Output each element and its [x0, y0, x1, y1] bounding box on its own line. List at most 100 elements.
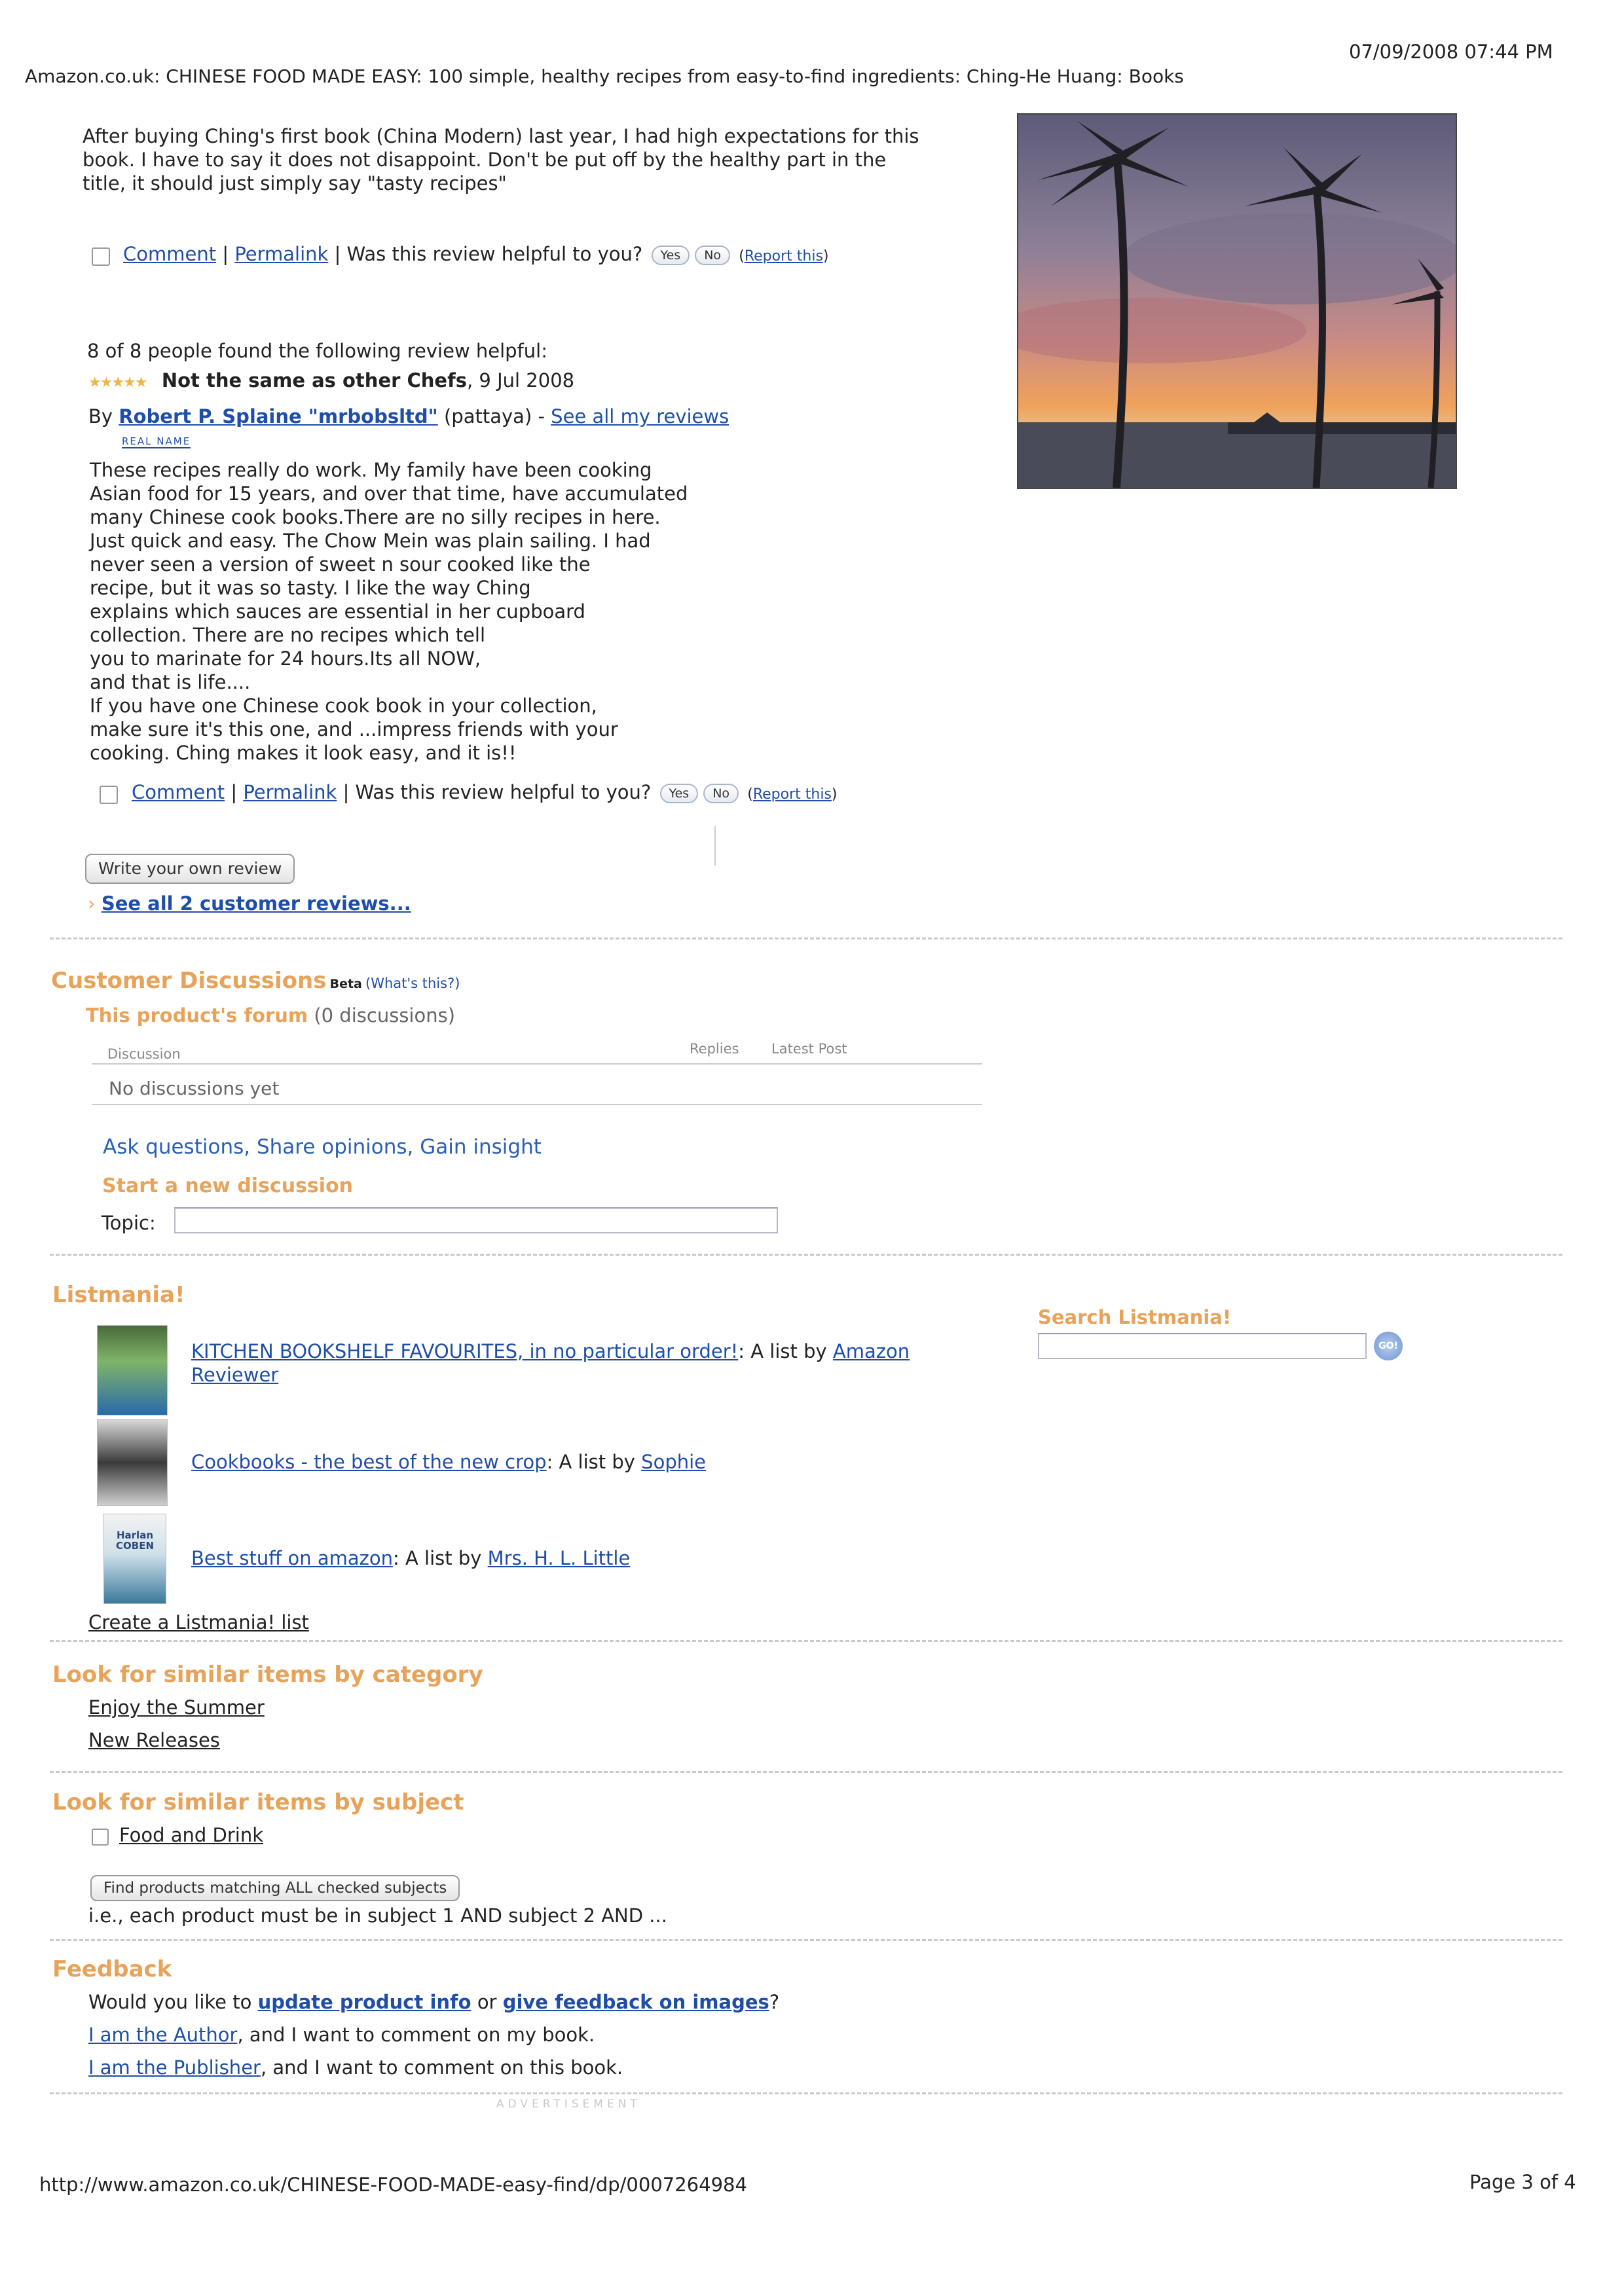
list-1-author-link[interactable]: Amazon	[833, 1340, 910, 1362]
reviewer-name-link[interactable]: Robert P. Splaine "mrbobsltd"	[119, 405, 438, 428]
helpful-yes-button[interactable]: Yes	[651, 246, 690, 265]
go-button[interactable]: GO!	[1374, 1332, 1403, 1360]
review-text-line: title, it should just simply say "tasty …	[83, 172, 507, 194]
i-am-author-link[interactable]: I am the Author	[88, 2024, 237, 2046]
find-products-button[interactable]: Find products matching ALL checked subje…	[90, 1875, 460, 1901]
review-text-line: These recipes really do work. My family …	[90, 459, 652, 481]
permalink-link[interactable]: Permalink	[243, 781, 337, 803]
helpful-question: | Was this review helpful to you?	[342, 781, 652, 803]
report-this-link[interactable]: Report this	[745, 248, 823, 264]
review-text-line: recipe, but it was so tasty. I like the …	[90, 577, 531, 599]
list-3-author-link[interactable]: Mrs. H. L. Little	[488, 1547, 631, 1569]
review-text-line: Asian food for 15 years, and over that t…	[90, 483, 688, 505]
ask-questions-text: Ask questions, Share opinions, Gain insi…	[103, 1135, 542, 1159]
list-2-title-link[interactable]: Cookbooks - the best of the new crop	[191, 1451, 547, 1473]
print-datetime: 07/09/2008 07:44 PM	[1349, 41, 1553, 63]
list-1-author-link-line2[interactable]: Reviewer	[191, 1364, 278, 1386]
table-bottom-rule	[92, 1104, 982, 1105]
comment-link[interactable]: Comment	[123, 243, 216, 265]
section-divider	[50, 1939, 1562, 1941]
no-discussions-text: No discussions yet	[109, 1078, 280, 1099]
feedback-heading: Feedback	[52, 1956, 172, 1982]
i-am-publisher-link[interactable]: I am the Publisher	[88, 2056, 261, 2079]
review-text-line: Just quick and easy. The Chow Mein was p…	[90, 530, 651, 552]
list-3-book-cover[interactable]: Harlan COBEN	[103, 1514, 166, 1604]
create-list-link[interactable]: Create a Listmania! list	[88, 1611, 309, 1634]
list-2-author-link[interactable]: Sophie	[641, 1451, 706, 1473]
list-by-label: : A list by	[392, 1547, 482, 1569]
review-2-byline: By Robert P. Splaine "mrbobsltd" (pattay…	[88, 405, 729, 428]
comment-link[interactable]: Comment	[132, 781, 225, 803]
separator: |	[222, 243, 229, 265]
list-2-book-cover[interactable]	[97, 1419, 168, 1506]
report-close: )	[822, 248, 829, 264]
similar-category-heading: Look for similar items by category	[52, 1662, 483, 1688]
feedback-question-mark: ?	[769, 1991, 780, 2013]
whats-this-link[interactable]: What's this?	[371, 975, 454, 991]
see-all-reviews-link[interactable]: See all 2 customer reviews...	[101, 892, 411, 915]
column-divider	[714, 826, 716, 866]
col-replies: Replies	[690, 1041, 739, 1057]
discussions-section-heading: Customer Discussions Beta (What's this?)	[51, 968, 460, 994]
helpful-no-button[interactable]: No	[695, 246, 731, 265]
review-1-actions: Comment | Permalink | Was this review he…	[123, 242, 829, 268]
list-2: Cookbooks - the best of the new crop: A …	[191, 1450, 706, 1474]
see-all-my-reviews-link[interactable]: See all my reviews	[551, 405, 729, 428]
helpful-yes-button[interactable]: Yes	[659, 784, 699, 803]
subject-link-food-drink[interactable]: Food and Drink	[119, 1823, 263, 1847]
review-text-line: explains which sauces are essential in h…	[90, 600, 585, 623]
star-rating: ★★★★★	[88, 374, 148, 391]
section-divider	[50, 938, 1562, 939]
review-text-line: If you have one Chinese cook book in you…	[90, 695, 597, 717]
write-review-button[interactable]: Write your own review	[85, 854, 295, 884]
publisher-rest: , and I want to comment on this book.	[260, 2056, 623, 2079]
footer-url: http://www.amazon.co.uk/CHINESE-FOOD-MAD…	[39, 2174, 747, 2196]
category-link-enjoy-summer[interactable]: Enjoy the Summer	[88, 1696, 265, 1719]
review-text-line: cooking. Ching makes it look easy, and i…	[90, 742, 517, 764]
cover-text: Harlan COBEN	[116, 1529, 154, 1552]
subject-checkbox[interactable]	[92, 1829, 109, 1846]
forum-title: This product's forum (0 discussions)	[86, 1004, 455, 1027]
report-this-link[interactable]: Report this	[753, 786, 832, 803]
review-date: , 9 Jul 2008	[466, 369, 575, 392]
real-name-badge: REAL NAME	[122, 435, 191, 448]
feedback-prefix: Would you like to	[88, 1991, 252, 2013]
section-divider	[50, 1254, 1562, 1256]
helpful-no-button[interactable]: No	[703, 784, 739, 803]
forum-count: (0 discussions)	[314, 1004, 456, 1027]
category-link-new-releases[interactable]: New Releases	[88, 1728, 220, 1752]
list-1-book-cover[interactable]	[97, 1325, 168, 1415]
review-2-text: These recipes really do work. My family …	[90, 458, 777, 765]
beta-label: Beta	[329, 977, 362, 991]
report-open: (	[747, 786, 753, 803]
give-feedback-images-link[interactable]: give feedback on images	[503, 1991, 769, 2013]
list-by-label: : A list by	[546, 1451, 635, 1473]
topic-input[interactable]	[174, 1207, 778, 1233]
listmania-heading: Listmania!	[52, 1282, 185, 1308]
sunset-palm-photo	[1017, 113, 1457, 489]
by-label: By	[88, 405, 113, 428]
permalink-link[interactable]: Permalink	[234, 243, 328, 265]
review-title: Not the same as other Chefs	[161, 369, 467, 392]
list-3-title-link[interactable]: Best stuff on amazon	[191, 1547, 393, 1569]
list-3: Best stuff on amazon: A list by Mrs. H. …	[191, 1546, 630, 1570]
discussions-heading: Customer Discussions	[51, 968, 327, 994]
review-text-line: collection. There are no recipes which t…	[90, 624, 486, 646]
start-discussion-label: Start a new discussion	[102, 1175, 354, 1197]
feedback-line-3: I am the Publisher, and I want to commen…	[88, 2056, 623, 2079]
similar-subject-heading: Look for similar items by subject	[52, 1789, 464, 1815]
list-by-label: : A list by	[738, 1340, 827, 1362]
list-1-title-link[interactable]: KITCHEN BOOKSHELF FAVOURITES, in no part…	[191, 1340, 738, 1362]
comment-icon	[100, 786, 118, 804]
review-text-line: you to marinate for 24 hours.Its all NOW…	[90, 647, 481, 670]
footer-page-number: Page 3 of 4	[1469, 2171, 1576, 2193]
section-divider	[50, 2092, 1562, 2094]
topic-label: Topic:	[101, 1212, 156, 1234]
arrow-icon: ›	[88, 892, 96, 915]
update-product-info-link[interactable]: update product info	[258, 1991, 471, 2013]
forum-label: This product's forum	[86, 1004, 308, 1027]
report-close: )	[831, 786, 838, 803]
review-text-line: many Chinese cook books.There are no sil…	[90, 506, 661, 528]
search-listmania-input[interactable]	[1038, 1333, 1367, 1359]
separator: |	[231, 781, 238, 803]
